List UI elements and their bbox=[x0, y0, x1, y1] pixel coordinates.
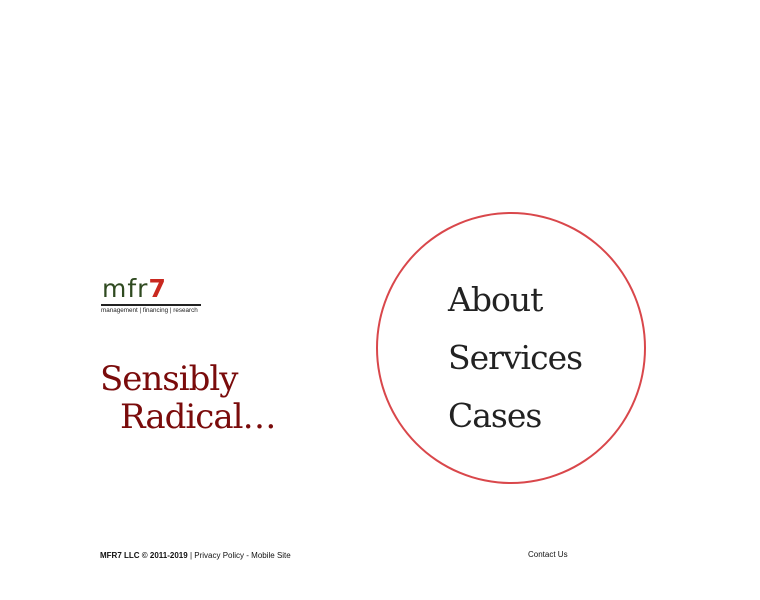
privacy-policy-link[interactable]: Privacy Policy bbox=[194, 551, 244, 560]
logo-word-main: mfr bbox=[102, 274, 149, 303]
nav-link-cases[interactable]: Cases bbox=[448, 399, 542, 432]
logo-tagline: management | financing | research bbox=[101, 307, 198, 314]
footer-copyright: MFR7 LLC © 2011-2019 bbox=[100, 551, 188, 560]
mobile-site-link[interactable]: Mobile Site bbox=[251, 551, 291, 560]
logo-wordmark: mfr7 bbox=[102, 276, 167, 301]
logo[interactable]: mfr7 management | financing | research bbox=[101, 276, 201, 317]
nav-link-about[interactable]: About bbox=[448, 283, 543, 316]
logo-rule bbox=[101, 304, 201, 306]
hero-tagline-line1: Sensibly bbox=[100, 359, 238, 399]
nav-link-services[interactable]: Services bbox=[448, 341, 583, 374]
contact-us-link[interactable]: Contact Us bbox=[528, 550, 568, 559]
hero-tagline-line2: Radical… bbox=[120, 397, 276, 437]
hero-tagline: Sensibly Radical… bbox=[100, 359, 276, 437]
footer-left: MFR7 LLC © 2011-2019 | Privacy Policy - … bbox=[100, 551, 291, 560]
logo-word-accent: 7 bbox=[148, 274, 167, 303]
